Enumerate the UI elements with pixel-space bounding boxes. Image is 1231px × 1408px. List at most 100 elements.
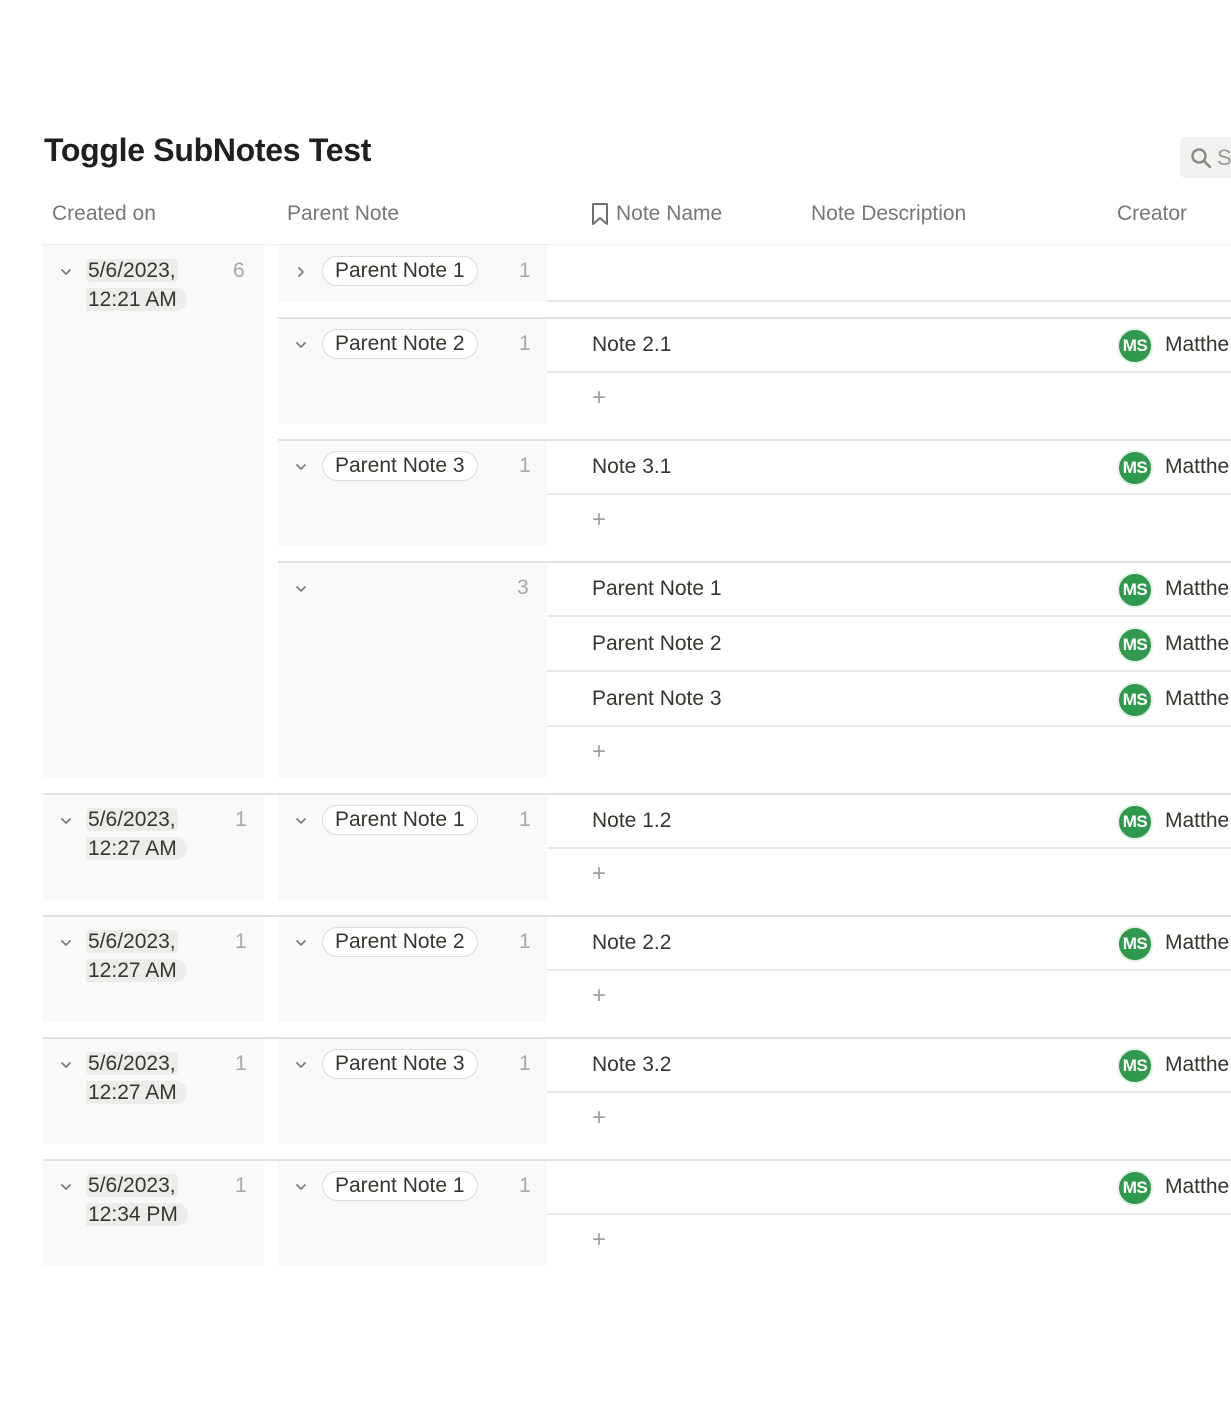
note-name-cell[interactable]: Note 3.2 [592, 1053, 671, 1077]
group-date-line1: 5/6/2023, [86, 808, 178, 831]
parent-note-tag: Parent Note 2 [322, 329, 478, 359]
chevron-down-icon[interactable] [294, 338, 308, 352]
chevron-down-icon[interactable] [59, 1058, 73, 1072]
note-name-cell[interactable]: Note 2.1 [592, 333, 671, 357]
group-date: 5/6/2023, 12:27 AM [86, 1049, 187, 1107]
parent-note-tag: Parent Note 3 [322, 1049, 478, 1079]
row-divider [278, 439, 1231, 441]
creator-name: Matthe [1165, 687, 1230, 710]
group-cell-parent-note [278, 562, 547, 778]
add-row-button[interactable]: + [592, 386, 606, 410]
row-divider [547, 615, 1231, 617]
chevron-down-icon[interactable] [59, 814, 73, 828]
creator-name: Matthe [1165, 577, 1230, 600]
subgroup-count: 3 [517, 576, 529, 599]
chevron-right-icon[interactable] [294, 265, 308, 279]
page-title: Toggle SubNotes Test [44, 132, 372, 168]
chevron-down-icon[interactable] [59, 265, 73, 279]
creator-name: Matthe [1165, 455, 1230, 478]
row-divider [547, 371, 1231, 373]
avatar: MS [1117, 682, 1153, 718]
search-button[interactable]: S [1180, 137, 1231, 178]
avatar: MS [1117, 1048, 1153, 1084]
chevron-down-icon[interactable] [59, 1180, 73, 1194]
chevron-down-icon[interactable] [294, 814, 308, 828]
subgroup-count: 1 [519, 454, 531, 477]
chevron-down-icon[interactable] [294, 460, 308, 474]
group-divider [43, 793, 1231, 795]
add-row-button[interactable]: + [592, 740, 606, 764]
column-header-label: Created on [52, 202, 156, 225]
parent-note-tag: Parent Note 1 [322, 805, 478, 835]
chevron-down-icon[interactable] [294, 1180, 308, 1194]
creator-name: Matthe [1165, 1175, 1230, 1198]
creator-name: Matthe [1165, 333, 1230, 356]
avatar: MS [1117, 572, 1153, 608]
note-name-cell[interactable]: Note 2.2 [592, 931, 671, 955]
note-name-cell[interactable]: Note 3.1 [592, 455, 671, 479]
group-divider [43, 1037, 1231, 1039]
creator-name: Matthe [1165, 931, 1230, 954]
group-date-line2: 12:34 PM [86, 1203, 188, 1226]
avatar: MS [1117, 926, 1153, 962]
group-divider [43, 1159, 1231, 1161]
search-label: S [1217, 144, 1231, 170]
group-divider [43, 915, 1231, 917]
chevron-down-icon[interactable] [294, 936, 308, 950]
note-name-cell[interactable]: Parent Note 1 [592, 577, 722, 601]
column-header-label: Parent Note [287, 202, 400, 225]
row-divider [547, 493, 1231, 495]
row-divider [547, 725, 1231, 727]
row-divider [547, 1213, 1231, 1215]
group-count: 1 [235, 930, 247, 953]
bookmark-icon [592, 203, 608, 225]
subgroup-count: 1 [519, 930, 531, 953]
group-date: 5/6/2023, 12:21 AM [86, 256, 187, 314]
group-cell-created-on [43, 245, 264, 778]
group-count: 6 [233, 259, 245, 282]
row-divider [278, 561, 1231, 563]
column-header-creator[interactable]: Creator [1117, 202, 1187, 226]
group-date-line1: 5/6/2023, [86, 1174, 178, 1197]
creator-name: Matthe [1165, 809, 1230, 832]
note-name-cell[interactable]: Note 1.2 [592, 809, 671, 833]
group-date-line1: 5/6/2023, [86, 1052, 178, 1075]
parent-note-tag: Parent Note 2 [322, 927, 478, 957]
parent-note-tag: Parent Note 1 [322, 1171, 478, 1201]
note-name-cell[interactable]: Parent Note 2 [592, 632, 722, 656]
column-header-parent-note[interactable]: Parent Note [287, 202, 399, 226]
column-header-created-on[interactable]: Created on [52, 202, 156, 226]
column-header-label: Note Description [811, 202, 967, 225]
group-date-line1: 5/6/2023, [86, 259, 178, 282]
group-date-line2: 12:21 AM [86, 288, 187, 311]
row-divider [547, 300, 1231, 302]
note-name-cell[interactable]: Parent Note 3 [592, 687, 722, 711]
add-row-button[interactable]: + [592, 1106, 606, 1130]
avatar: MS [1117, 1170, 1153, 1206]
group-date: 5/6/2023, 12:27 AM [86, 805, 187, 863]
subgroup-count: 1 [519, 259, 531, 282]
add-row-button[interactable]: + [592, 862, 606, 886]
parent-note-tag: Parent Note 3 [322, 451, 478, 481]
chevron-down-icon[interactable] [294, 1058, 308, 1072]
group-count: 1 [235, 808, 247, 831]
column-header-note-description[interactable]: Note Description [811, 202, 966, 226]
row-divider [547, 670, 1231, 672]
add-row-button[interactable]: + [592, 508, 606, 532]
subgroup-count: 1 [519, 1052, 531, 1075]
chevron-down-icon[interactable] [294, 582, 308, 596]
group-date: 5/6/2023, 12:34 PM [86, 1171, 188, 1229]
chevron-down-icon[interactable] [59, 936, 73, 950]
add-row-button[interactable]: + [592, 984, 606, 1008]
avatar: MS [1117, 804, 1153, 840]
row-divider [547, 847, 1231, 849]
column-header-label: Creator [1117, 202, 1188, 225]
group-count: 1 [235, 1052, 247, 1075]
creator-name: Matthe [1165, 1053, 1230, 1076]
add-row-button[interactable]: + [592, 1228, 606, 1252]
avatar: MS [1117, 627, 1153, 663]
group-date-line2: 12:27 AM [86, 959, 187, 982]
search-icon [1191, 147, 1212, 168]
group-date-line2: 12:27 AM [86, 1081, 187, 1104]
column-header-note-name[interactable]: Note Name [590, 202, 722, 226]
